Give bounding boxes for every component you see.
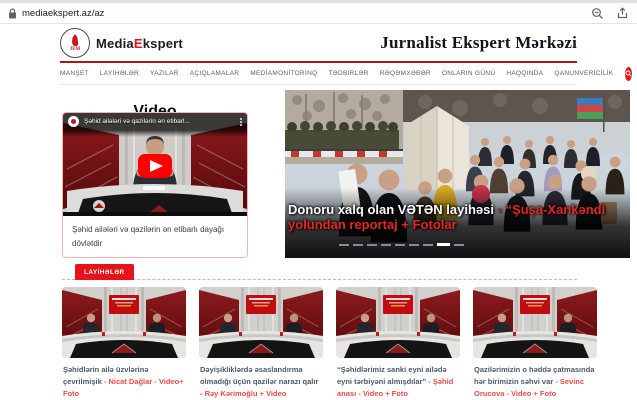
project-caption[interactable]: Dəyişikliklərdə əsaslandırma olmadığı üç… — [200, 364, 322, 400]
browser-window: mediaekspert.az/az JEM MediaEkspert Jurn… — [0, 0, 637, 400]
nav-item-haqqinda[interactable]: HAQQINDA — [506, 70, 543, 77]
project-card: “Şəhidlərimiz sanki eyni ailədə eyni tər… — [336, 287, 460, 400]
youtube-video-title[interactable]: Şəhid ailələri və qazilərin ən etibarl..… — [84, 118, 190, 125]
project-thumbnail[interactable] — [336, 287, 460, 358]
carousel-dash[interactable] — [339, 244, 349, 246]
nav-item-reqemxeber[interactable]: RƏQƏMXƏBƏR — [380, 70, 431, 77]
project-card: Qazilərimizin o həddə çatmasında hər bir… — [473, 287, 597, 400]
carousel-dash[interactable] — [423, 244, 433, 246]
carousel-dash[interactable] — [454, 244, 464, 246]
nav-item-layiheler[interactable]: LAYİHƏLƏR — [100, 70, 139, 77]
logo-accent: E — [134, 36, 143, 51]
project-meta: Rəy Kərimoğlu + Video — [205, 389, 287, 398]
projects-tab[interactable]: LAYİHƏLƏR — [75, 264, 134, 280]
carousel-indicators — [339, 243, 464, 246]
share-icon[interactable] — [616, 7, 629, 20]
project-thumbnail[interactable] — [473, 287, 597, 358]
projects-card-grid: Şəhidlərin ailə üzvlərinə çevrilmişik - … — [62, 287, 597, 400]
project-caption[interactable]: Qazilərimizin o həddə çatmasında hər bir… — [474, 364, 596, 400]
site-header: JEM MediaEkspert Jurnalist Ekspert Mərkə… — [60, 26, 577, 60]
project-caption[interactable]: “Şəhidlərimiz sanki eyni ailədə eyni tər… — [337, 364, 459, 400]
emblem-badge: JEM — [70, 47, 81, 52]
featured-title-white: Donoru xalq olan VƏTƏN layihəsi — [288, 202, 494, 217]
projects-section-header: LAYİHƏLƏR — [62, 262, 577, 280]
carousel-dash[interactable] — [409, 244, 419, 246]
emblem-flame-icon — [72, 34, 79, 46]
nav-item-yazilar[interactable]: YAZILAR — [150, 70, 179, 77]
project-thumbnail[interactable] — [62, 287, 186, 358]
video-caption-link[interactable]: Şəhid ailələri və qazilərin ən etibarlı … — [63, 216, 247, 257]
lock-icon[interactable] — [8, 8, 17, 19]
logo-prefix: Media — [96, 36, 134, 51]
jem-emblem-icon: JEM — [60, 28, 90, 58]
youtube-player[interactable]: Şəhid ailələri və qazilərin ən etibarl..… — [63, 113, 247, 216]
carousel-dash[interactable] — [381, 244, 391, 246]
nav-item-tedbirler[interactable]: TƏDBİRLƏR — [328, 70, 368, 77]
carousel-dash[interactable] — [367, 244, 377, 246]
search-icon — [625, 70, 632, 77]
browser-address-bar[interactable]: mediaekspert.az/az — [0, 3, 637, 24]
nav-item-qanunvericilik[interactable]: QANUNVERİCİLİK — [554, 70, 613, 77]
nav-item-aciqlamalar[interactable]: AÇIQLAMALAR — [190, 70, 240, 77]
logo-suffix: kspert — [143, 36, 183, 51]
site-logo[interactable]: JEM MediaEkspert — [60, 28, 183, 58]
logo-wordmark: MediaEkspert — [96, 36, 183, 51]
video-card: Şəhid ailələri və qazilərin ən etibarl..… — [62, 112, 248, 258]
site-title: Jurnalist Ekspert Mərkəzi — [380, 33, 577, 53]
nav-item-manset[interactable]: MANŞET — [60, 70, 89, 77]
more-options-icon[interactable] — [240, 118, 242, 126]
nav-item-mediamonitorinq[interactable]: MEDİAMONİTORİNQ — [250, 70, 317, 77]
search-button[interactable] — [625, 67, 632, 81]
carousel-dash[interactable] — [353, 244, 363, 246]
main-nav: MANŞET LAYİHƏLƏR YAZILAR AÇIQLAMALAR MED… — [60, 63, 577, 85]
nav-item-onlarin-gunu[interactable]: ONLARIN GÜNÜ — [442, 70, 495, 77]
project-caption[interactable]: Şəhidlərin ailə üzvlərinə çevrilmişik - … — [63, 364, 185, 400]
carousel-dash-active[interactable] — [437, 243, 450, 246]
url-text[interactable]: mediaekspert.az/az — [22, 8, 104, 19]
project-thumbnail[interactable] — [199, 287, 323, 358]
zoom-out-icon[interactable] — [591, 7, 604, 20]
channel-avatar[interactable] — [68, 116, 79, 127]
youtube-title-bar: Şəhid ailələri və qazilərin ən etibarl..… — [63, 113, 247, 130]
carousel-dash[interactable] — [395, 244, 405, 246]
featured-slide[interactable]: Donoru xalq olan VƏTƏN layihəsi - “Şuşa-… — [285, 90, 630, 258]
featured-photo — [285, 90, 630, 258]
project-card: Şəhidlərin ailə üzvlərinə çevrilmişik - … — [62, 287, 186, 400]
featured-caption[interactable]: Donoru xalq olan VƏTƏN layihəsi - “Şuşa-… — [288, 202, 618, 232]
project-card: Dəyişikliklərdə əsaslandırma olmadığı üç… — [199, 287, 323, 400]
